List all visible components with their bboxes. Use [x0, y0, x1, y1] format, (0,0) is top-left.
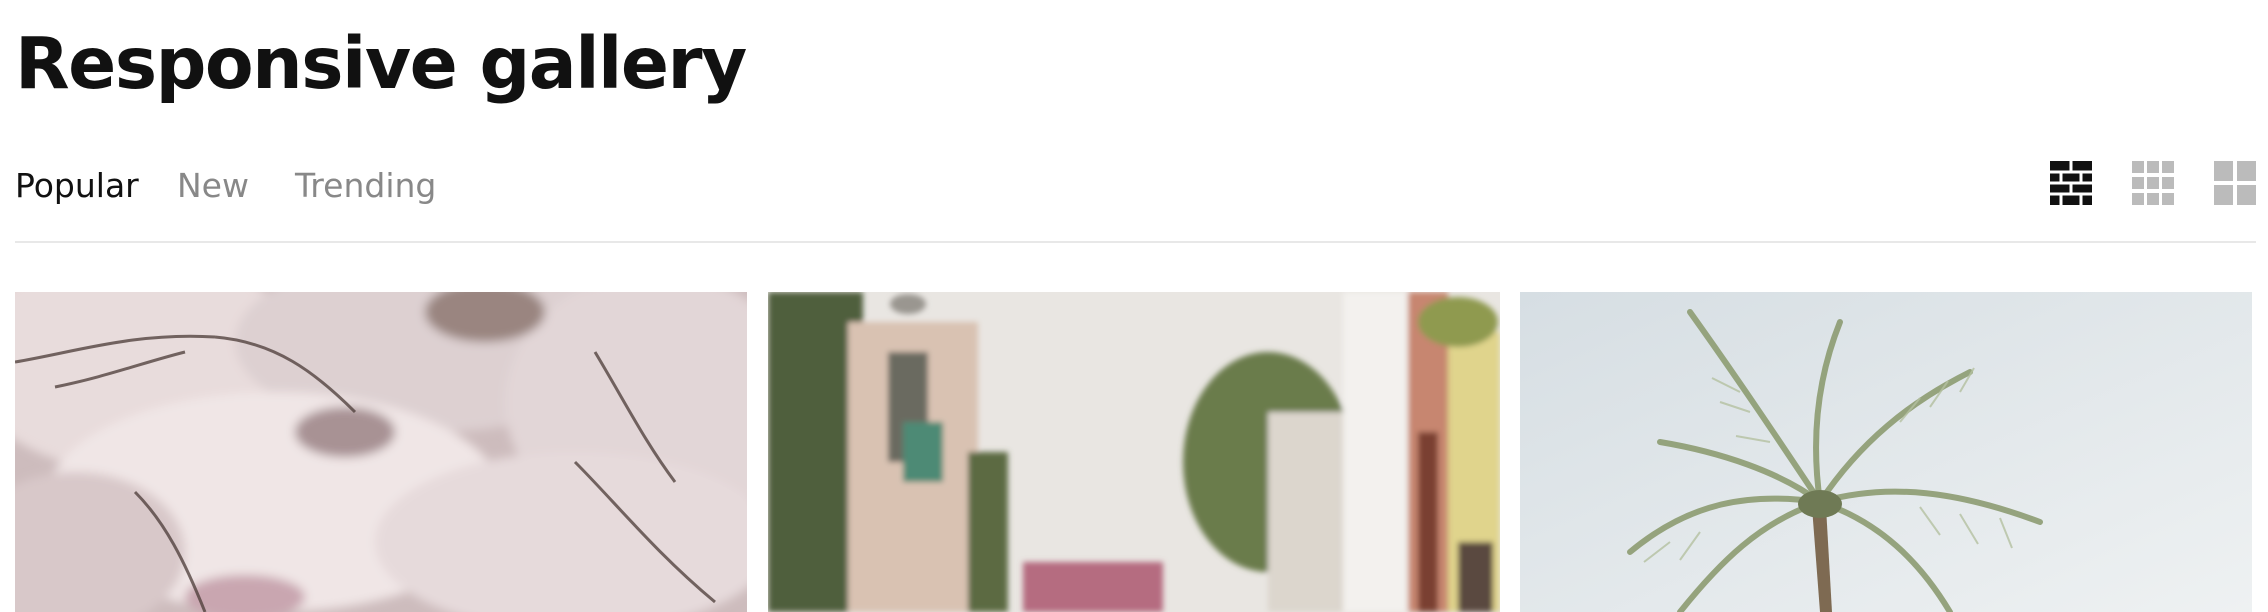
large-grid-button[interactable]	[2214, 161, 2256, 205]
brick-layout-button[interactable]	[2050, 161, 2092, 205]
small-grid-button[interactable]	[2132, 161, 2174, 205]
gallery-photo-palm-tree[interactable]	[1520, 292, 2252, 612]
gallery-photo-street[interactable]	[768, 292, 1500, 612]
tab-trending[interactable]: Trending	[295, 164, 436, 208]
large-grid-icon	[2214, 161, 2256, 205]
gallery-photo-cherry-blossoms[interactable]	[15, 292, 747, 612]
brick-layout-icon	[2050, 161, 2092, 205]
street-photo	[768, 292, 1500, 612]
palm-tree-photo	[1520, 292, 2252, 612]
cherry-blossom-photo	[15, 292, 747, 612]
small-grid-icon	[2132, 161, 2174, 205]
tab-new[interactable]: New	[177, 164, 249, 208]
page-title: Responsive gallery	[15, 22, 747, 105]
gallery-page: Responsive gallery Popular New Trending	[0, 0, 2268, 612]
tabs-divider	[15, 241, 2256, 243]
tab-popular[interactable]: Popular	[15, 164, 139, 208]
